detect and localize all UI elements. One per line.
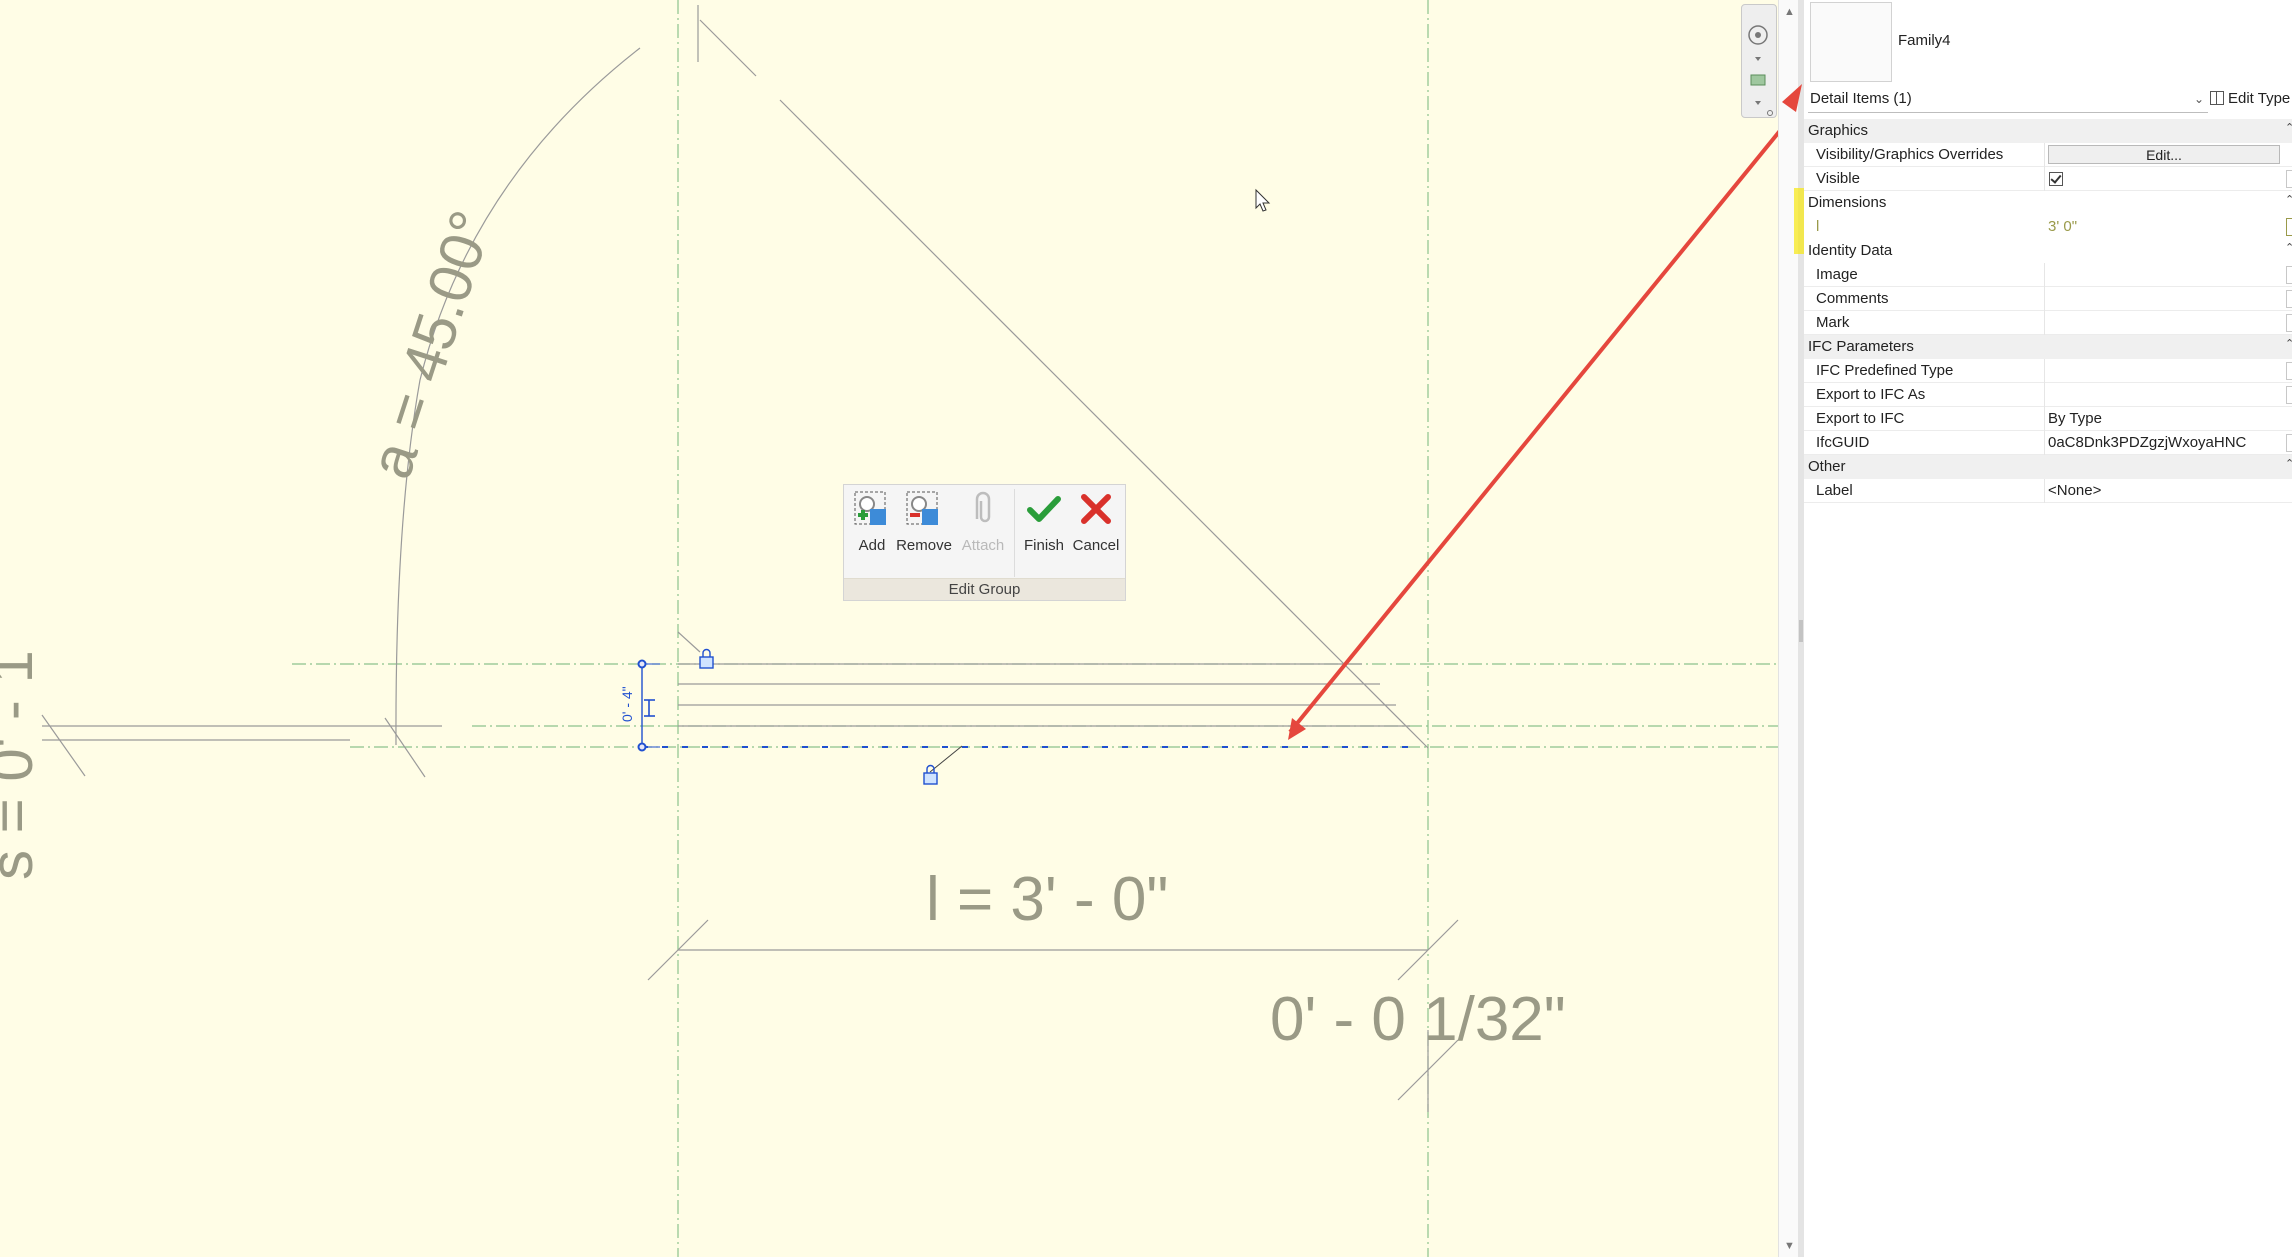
zoom-icon [1750, 74, 1766, 86]
paperclip-icon [975, 491, 991, 523]
edit-type-icon [2210, 91, 2224, 105]
edit-group-panel: Add Remove Attach Finish Cancel Edit Gro… [843, 484, 1126, 601]
l-value-field[interactable]: 3' 0" [2048, 215, 2077, 239]
finish-label: Finish [1023, 537, 1064, 554]
prop-row-visible: Visible [1804, 167, 2292, 191]
family-preview-image [1810, 2, 1892, 82]
collapse-icon: ⌃ [2285, 122, 2292, 134]
add-to-group-icon [854, 491, 886, 525]
group-ifc-parameters[interactable]: IFC Parameters ⌃ [1804, 335, 2292, 359]
attach-button[interactable]: Attach [958, 489, 1008, 577]
type-selector-value: Detail Items (1) [1810, 90, 1912, 107]
collapse-icon: ⌃ [2285, 458, 2292, 470]
edit-type-button[interactable]: Edit Type [2210, 86, 2290, 112]
chevron-down-icon-2 [1755, 101, 1761, 105]
type-selector-dropdown[interactable]: Detail Items (1) ⌄ [1808, 86, 2208, 113]
cancel-button[interactable]: Cancel [1070, 489, 1122, 577]
attach-label: Attach [961, 537, 1005, 554]
red-arrow-annotation [1288, 114, 1792, 734]
cancel-x-icon [1081, 494, 1111, 524]
remove-button[interactable]: Remove [894, 489, 954, 577]
prop-row-image: Image [1804, 263, 2292, 287]
ifcguid-value[interactable]: 0aC8Dnk3PDZgzjWxoyaHNC [2048, 431, 2246, 455]
prop-row-l: l 3' 0" [1804, 215, 2292, 239]
lock-icon-top[interactable] [699, 648, 714, 669]
chevron-down-icon [1755, 57, 1761, 61]
edit-group-title: Edit Group [844, 578, 1125, 600]
mouse-cursor-icon [1255, 188, 1271, 212]
group-identity-data[interactable]: Identity Data ⌃ [1804, 239, 2292, 263]
left-tick-2 [384, 717, 426, 778]
collapse-icon: ⌃ [2285, 338, 2292, 350]
add-button[interactable]: Add [850, 489, 894, 577]
leader-top [677, 631, 701, 653]
edit-overrides-button[interactable]: Edit... [2048, 145, 2280, 164]
offset-label: 0' - 0 1/32" [1270, 985, 1566, 1054]
small-dim-label: 0' - 4" [619, 686, 635, 722]
prop-row-visibility-graphics: Visibility/Graphics Overrides Edit... [1804, 143, 2292, 167]
visible-checkbox[interactable] [2049, 172, 2063, 186]
triangle-apex-line [699, 19, 757, 77]
checkmark-icon [1027, 496, 1061, 522]
left-cut-label: s = 0' - 1 [0, 650, 45, 880]
angle-label: a = 45.00° [357, 203, 506, 486]
collapse-icon: ⌃ [2285, 194, 2292, 206]
prop-row-ifc-predefined-type: IFC Predefined Type [1804, 359, 2292, 383]
scroll-down-icon[interactable]: ▼ [1784, 1240, 1795, 1252]
remove-from-group-icon [906, 491, 938, 525]
properties-panel: Family4 Detail Items (1) ⌄ Edit Type Gra… [1804, 0, 2292, 1257]
prop-row-mark: Mark [1804, 311, 2292, 335]
remove-label: Remove [896, 537, 952, 554]
left-tick [41, 714, 86, 777]
family-name: Family4 [1898, 32, 1951, 49]
prop-row-export-to-ifc-as: Export to IFC As [1804, 383, 2292, 407]
edit-type-label: Edit Type [2228, 90, 2291, 107]
drawing-canvas[interactable]: a = 45.00° l = 3' - 0" 0' - 0 1/32" s = … [0, 0, 1792, 1257]
length-label: l = 3' - 0" [926, 865, 1168, 934]
scroll-up-icon[interactable]: ▲ [1784, 6, 1795, 18]
prop-row-ifcguid: IfcGUID 0aC8Dnk3PDZgzjWxoyaHNC [1804, 431, 2292, 455]
cancel-label: Cancel [1072, 537, 1120, 554]
collapse-icon: ⌃ [2285, 242, 2292, 254]
group-dimensions[interactable]: Dimensions ⌃ [1804, 191, 2292, 215]
add-label: Add [858, 537, 886, 554]
export-to-ifc-value[interactable]: By Type [2048, 407, 2102, 431]
finish-button[interactable]: Finish [1018, 489, 1070, 577]
triangle-hypotenuse [779, 99, 1429, 749]
group-graphics[interactable]: Graphics ⌃ [1804, 119, 2292, 143]
drawing-svg: a = 45.00° l = 3' - 0" 0' - 0 1/32" s = … [0, 0, 1792, 1257]
red-arrow-head-top [1782, 84, 1802, 112]
prop-row-export-to-ifc: Export to IFC By Type [1804, 407, 2292, 431]
chevron-down-icon: ⌄ [2193, 92, 2204, 106]
group-other[interactable]: Other ⌃ [1804, 455, 2292, 479]
prop-row-comments: Comments [1804, 287, 2292, 311]
label-value[interactable]: <None> [2048, 479, 2101, 503]
prop-row-label: Label <None> [1804, 479, 2292, 503]
